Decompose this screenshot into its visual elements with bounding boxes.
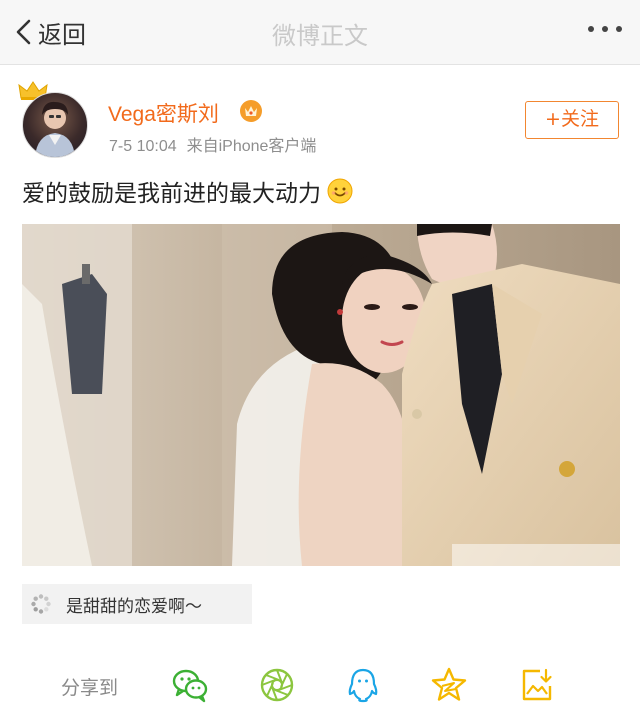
qq-share-button[interactable] bbox=[344, 666, 382, 704]
navigation-bar: 返回 微博正文 bbox=[0, 0, 640, 65]
moments-icon bbox=[260, 668, 294, 702]
qzone-icon bbox=[431, 667, 467, 701]
page-title: 微博正文 bbox=[272, 22, 368, 50]
loading-icon bbox=[31, 594, 51, 614]
avatar-container[interactable] bbox=[18, 80, 90, 160]
moments-share-button[interactable] bbox=[258, 666, 296, 704]
avatar[interactable] bbox=[22, 92, 88, 158]
post-time: 7-5 10:04 bbox=[109, 138, 177, 155]
more-dot bbox=[602, 26, 608, 32]
topic-label: 是甜甜的恋爱啊～ bbox=[66, 596, 202, 617]
username[interactable]: Vega密斯刘 bbox=[108, 98, 219, 128]
follow-button[interactable]: +关注 bbox=[525, 101, 619, 139]
post-image[interactable] bbox=[22, 224, 620, 566]
wechat-share-button[interactable] bbox=[171, 666, 209, 704]
vip-badge-icon bbox=[240, 100, 262, 122]
share-label: 分享到 bbox=[61, 677, 119, 699]
post-text: 爱的鼓励是我前进的最大动力 bbox=[22, 174, 353, 208]
share-bar: 分享到 bbox=[0, 660, 640, 712]
more-dot bbox=[616, 26, 622, 32]
save-image-button[interactable] bbox=[518, 666, 556, 704]
topic-tag[interactable]: 是甜甜的恋爱啊～ bbox=[22, 584, 252, 624]
more-dot bbox=[588, 26, 594, 32]
qzone-share-button[interactable] bbox=[430, 666, 468, 704]
more-options-icon[interactable] bbox=[588, 26, 622, 32]
post-meta: 7-5 10:04 来自iPhone客户端 bbox=[109, 132, 316, 156]
post-source: 来自iPhone客户端 bbox=[186, 138, 317, 155]
smile-emoji-icon bbox=[327, 178, 353, 204]
qq-icon bbox=[348, 668, 378, 703]
post-text-content: 爱的鼓励是我前进的最大动力 bbox=[22, 181, 321, 207]
save-image-icon bbox=[522, 668, 552, 701]
wechat-icon bbox=[172, 669, 208, 703]
